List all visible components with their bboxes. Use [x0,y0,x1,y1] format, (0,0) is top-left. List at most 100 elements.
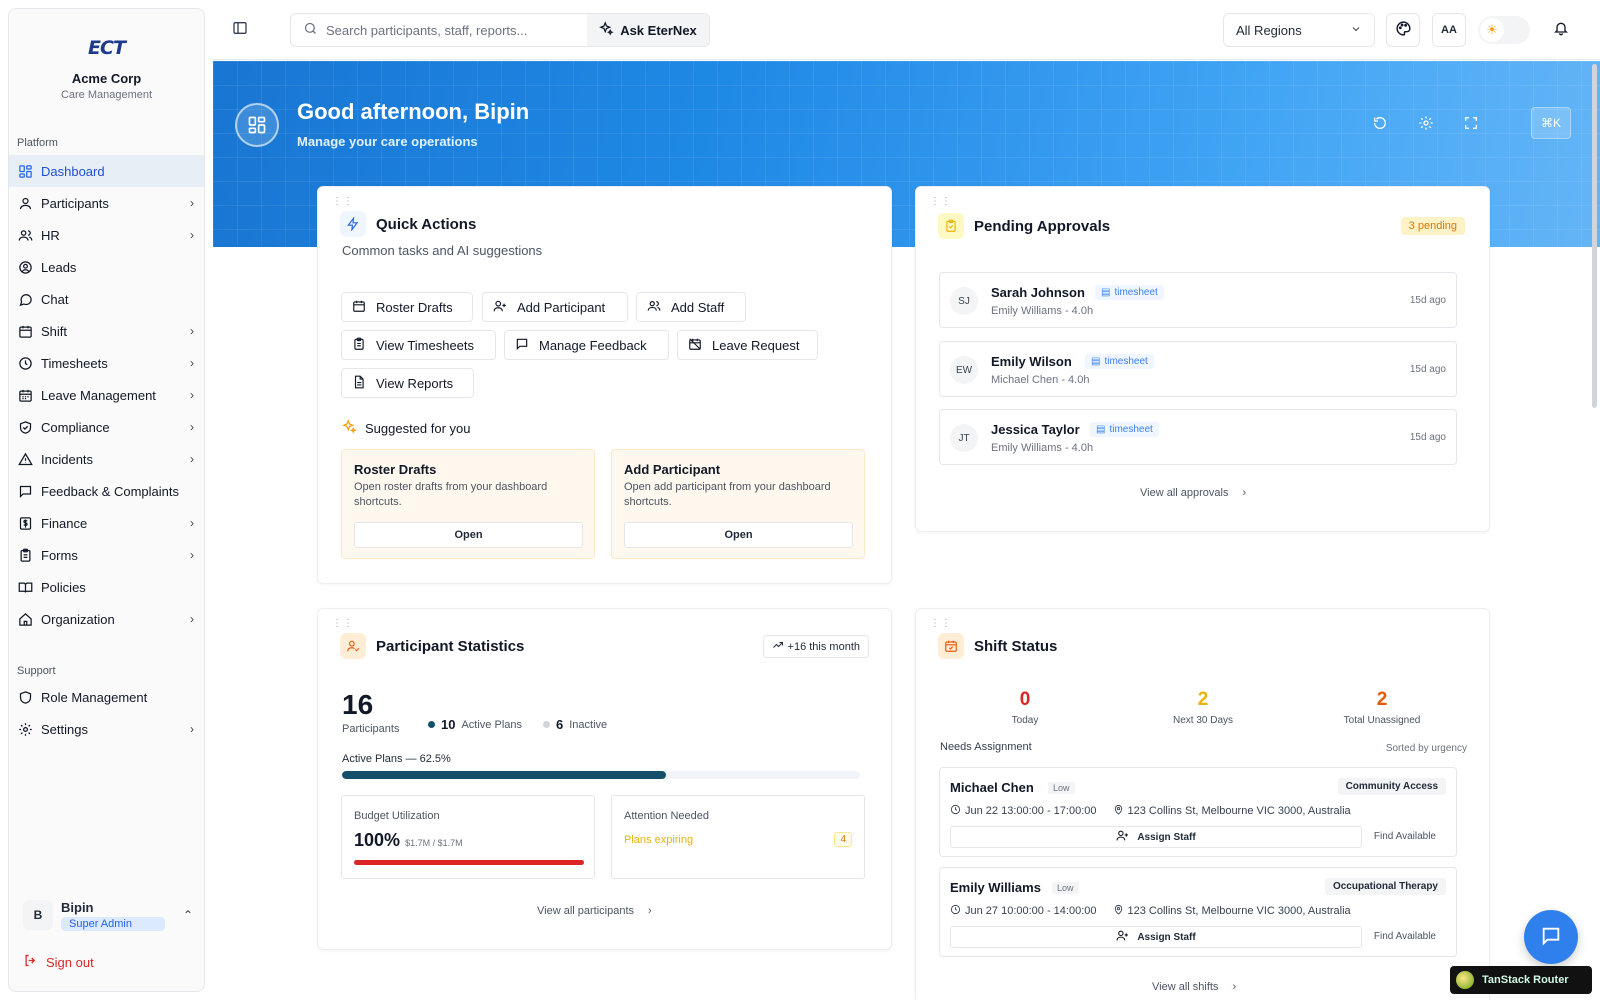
view-all-shifts-link[interactable]: View all shifts › [1152,981,1236,993]
manage-feedback-button[interactable]: Manage Feedback [504,330,669,360]
sidebar-item-policies[interactable]: Policies [9,571,204,603]
font-size-button[interactable]: AA [1432,13,1466,47]
user-icon [340,633,366,659]
assign-staff-button[interactable]: Assign Staff [950,826,1362,848]
sidebar-item-settings[interactable]: Settings › [9,713,204,745]
sidebar-item-chat[interactable]: Chat [9,283,204,315]
sidebar-item-role-management[interactable]: Role Management [9,681,204,713]
sidebar-item-forms[interactable]: Forms › [9,539,204,571]
sidebar-item-leads[interactable]: Leads [9,251,204,283]
ask-ai-button[interactable]: Ask EterNex [587,14,709,46]
search-input[interactable] [326,22,576,38]
sparkles-icon [342,419,357,437]
drag-handle-icon[interactable]: ⋮⋮ [930,197,952,207]
roster-drafts-button[interactable]: Roster Drafts [341,292,473,322]
user-menu[interactable]: B Bipin Super Admin ⌃ [23,895,193,935]
card-header: Pending Approvals [938,213,1110,239]
topbar: Ask EterNex All Regions AA ☀ [212,0,1600,60]
suggestion-description: Open add participant from your dashboard… [624,481,831,508]
sidebar-item-hr[interactable]: HR › [9,219,204,251]
support-section-label: Support [17,665,56,677]
theme-toggle[interactable]: ☀ [1478,16,1530,44]
support-nav: Role Management Settings › [9,681,204,745]
view-timesheets-button[interactable]: View Timesheets [341,330,496,360]
tanstack-devtools-button[interactable]: TanStack Router [1450,966,1592,994]
shift-address: 123 Collins St, Melbourne VIC 3000, Aust… [1127,905,1351,917]
add-participant-button[interactable]: Add Participant [482,292,628,322]
search-bar: Ask EterNex [290,13,710,47]
shield-check-icon [17,419,33,435]
inactive-label: Inactive [569,718,608,731]
sidebar-item-organization[interactable]: Organization › [9,603,204,635]
bell-icon[interactable] [1553,20,1569,39]
shift-meta: Jun 27 10:00:00 - 14:00:00 123 Collins S… [950,904,1351,918]
service-badge: Community Access [1337,778,1446,795]
users-icon [17,227,33,243]
chevron-right-icon: › [190,196,194,210]
sidebar-toggle-icon[interactable] [232,20,250,38]
approval-row[interactable]: SJ Sarah Johnson ▤ timesheet Emily Willia… [939,272,1457,328]
chevron-right-icon: › [190,324,194,338]
type-tag: ▤ timesheet [1085,354,1154,369]
stat-value: 2 [1376,689,1388,710]
type-tag: ▤ timesheet [1090,422,1159,437]
sidebar-item-feedback-complaints[interactable]: Feedback & Complaints [9,475,204,507]
fullscreen-button[interactable] [1454,107,1488,141]
clock-icon [950,804,961,818]
budget-amount: $1.7M / $1.7M [405,838,463,848]
view-all-participants-link[interactable]: View all participants › [537,905,652,917]
sidebar-item-finance[interactable]: Finance › [9,507,204,539]
suggestion-card: Add Participant Open add participant fro… [611,449,865,559]
platform-nav: Dashboard Participants › HR › Leads Chat… [9,155,204,635]
palette-button[interactable] [1386,13,1420,47]
clock-icon [17,355,33,371]
drag-handle-icon[interactable]: ⋮⋮ [332,197,354,207]
command-palette-button[interactable]: ⌘K [1531,107,1571,139]
avatar: B [23,900,53,930]
find-available-link[interactable]: Find Available [1374,831,1436,842]
dashboard-settings-button[interactable] [1409,107,1443,141]
shift-address: 123 Collins St, Melbourne VIC 3000, Aust… [1127,805,1351,817]
chevron-right-icon: › [190,612,194,626]
page-scrollbar[interactable] [1592,64,1597,408]
sidebar-item-shift[interactable]: Shift › [9,315,204,347]
sidebar-item-compliance[interactable]: Compliance › [9,411,204,443]
signout-button[interactable]: Sign out [23,953,94,971]
approval-detail: Emily Williams - 4.0h [991,305,1094,317]
timestamp: 15d ago [1409,432,1446,443]
sidebar-item-timesheets[interactable]: Timesheets › [9,347,204,379]
stat-next-30-days: 2 Next 30 Days [1128,689,1278,726]
sidebar-item-participants[interactable]: Participants › [9,187,204,219]
sidebar-item-incidents[interactable]: Incidents › [9,443,204,475]
sidebar-item-label: Shift [41,323,68,339]
drag-handle-icon[interactable]: ⋮⋮ [930,619,952,629]
sidebar-item-dashboard[interactable]: Dashboard [9,155,204,187]
approval-name: Emily Wilson [991,354,1072,369]
open-button[interactable]: Open [624,522,853,548]
region-select[interactable]: All Regions [1223,13,1375,47]
approval-row[interactable]: JT Jessica Taylor ▤ timesheet Emily Willi… [939,409,1457,465]
company-logo[interactable]: ECT [9,37,204,61]
shift-time: Jun 22 13:00:00 - 17:00:00 [965,805,1097,817]
budget-bar [354,860,584,865]
refresh-button[interactable] [1363,107,1397,141]
user-plus-icon [493,299,507,316]
find-available-link[interactable]: Find Available [1374,931,1436,942]
ask-ai-label: Ask EterNex [620,22,697,38]
chat-fab-button[interactable] [1524,910,1578,964]
open-button[interactable]: Open [354,522,583,548]
assign-staff-button[interactable]: Assign Staff [950,926,1362,948]
drag-handle-icon[interactable]: ⋮⋮ [332,619,354,629]
add-staff-button[interactable]: Add Staff [636,292,746,322]
sidebar-item-leave-management[interactable]: Leave Management › [9,379,204,411]
logout-icon [23,953,38,971]
leave-request-button[interactable]: Leave Request [677,330,818,360]
search-icon [303,21,318,39]
gear-icon [17,721,33,737]
budget-value: 100% $1.7M / $1.7M [354,830,463,851]
approval-row[interactable]: EW Emily Wilson ▤ timesheet Michael Chen … [939,341,1457,397]
gear-icon [1418,115,1434,134]
view-reports-button[interactable]: View Reports [341,368,474,398]
view-all-approvals-link[interactable]: View all approvals › [1140,487,1246,499]
plans-expiring-link[interactable]: Plans expiring [624,834,693,846]
